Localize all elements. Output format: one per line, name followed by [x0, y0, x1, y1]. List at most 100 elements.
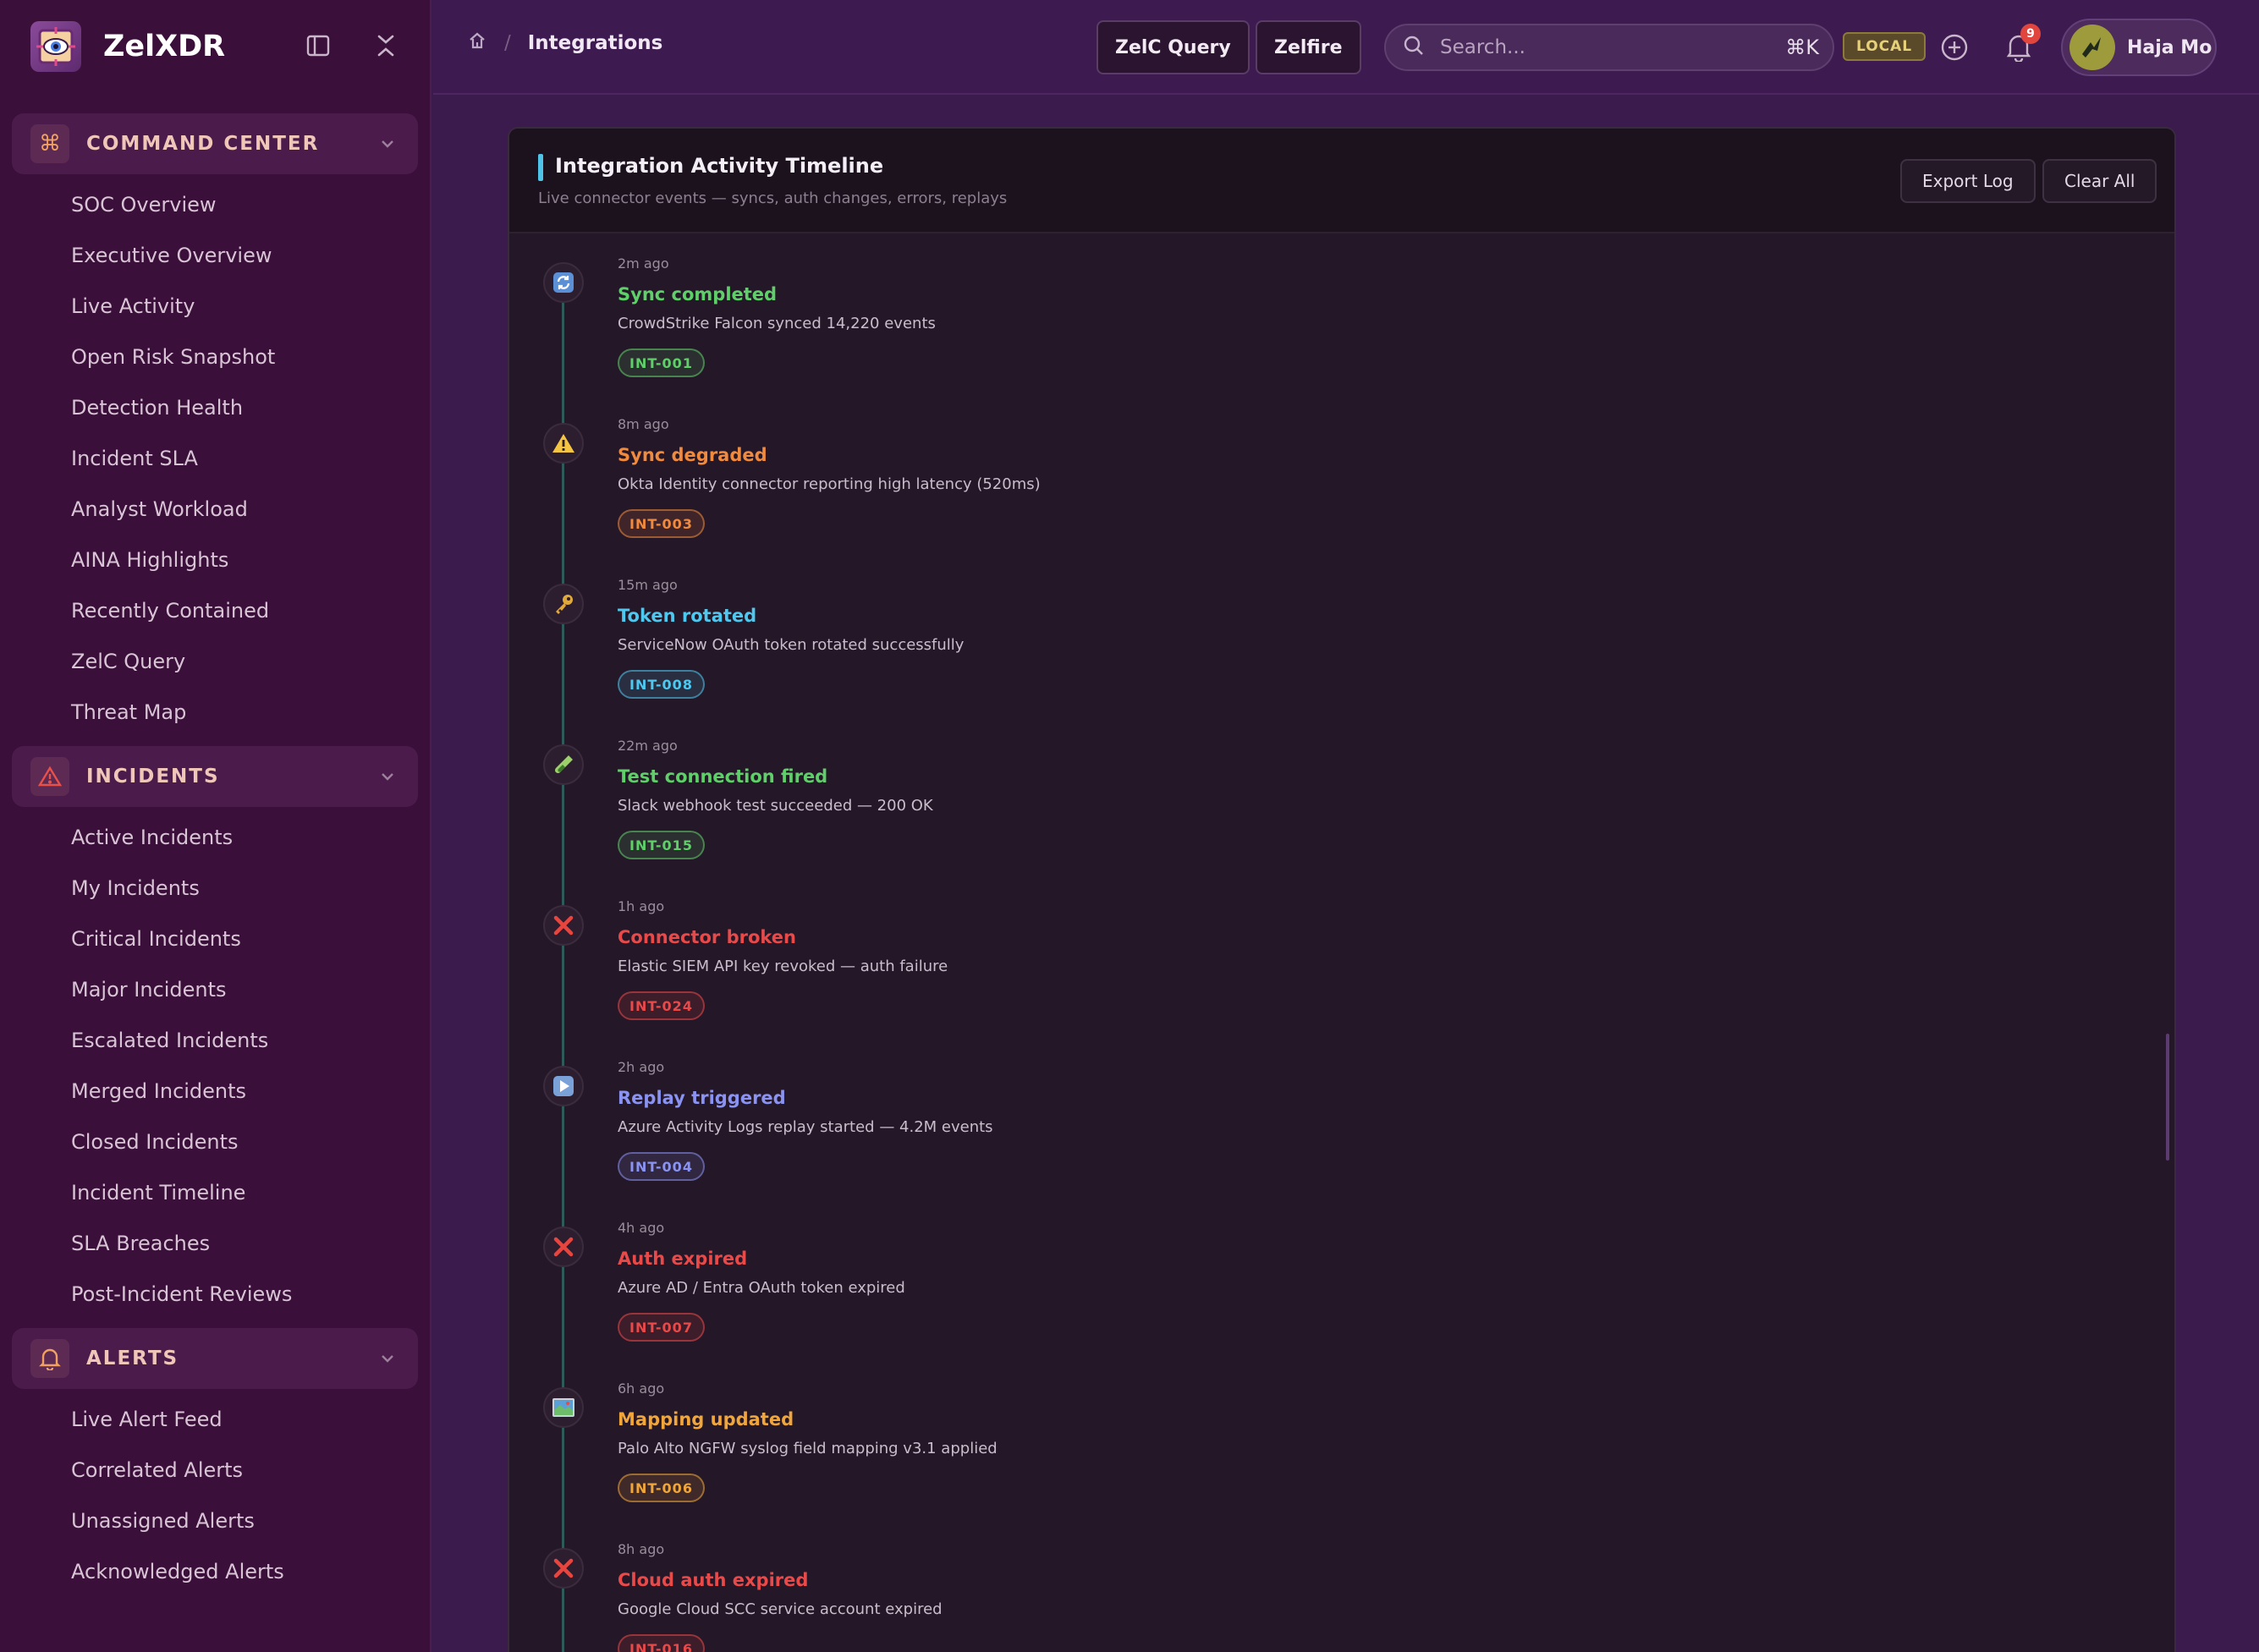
event-title: Mapping updated — [618, 1409, 794, 1430]
timeline-event[interactable]: 22m ago Test connection fired Slack webhoo… — [509, 736, 2174, 897]
search-shortcut: ⌘K — [1785, 36, 1819, 59]
section-incidents[interactable]: INCIDENTS — [12, 746, 418, 807]
integration-id-badge[interactable]: INT-016 — [618, 1634, 705, 1652]
event-title: Cloud auth expired — [618, 1570, 809, 1590]
nav-list-incidents: Active Incidents My Incidents Critical I… — [0, 812, 423, 1320]
user-menu[interactable]: Haja Mo — [2061, 19, 2217, 76]
nav-item-aina-highlights[interactable]: AINA Highlights — [0, 535, 423, 585]
integration-id-badge[interactable]: INT-001 — [618, 349, 705, 377]
integration-id-badge[interactable]: INT-006 — [618, 1474, 705, 1502]
panel-subtitle: Live connector events — syncs, auth chan… — [538, 189, 1008, 207]
nav-item-recently-contained[interactable]: Recently Contained — [0, 585, 423, 636]
section-label: INCIDENTS — [86, 766, 220, 788]
environment-badge: LOCAL — [1843, 32, 1926, 61]
nav-item-detection-health[interactable]: Detection Health — [0, 382, 423, 433]
chevron-down-icon — [379, 135, 396, 156]
timeline-event[interactable]: 1h ago Connector broken Elastic SIEM API k… — [509, 897, 2174, 1057]
nav-item-incident-sla[interactable]: Incident SLA — [0, 433, 423, 484]
nav-item-live-alert-feed[interactable]: Live Alert Feed — [0, 1394, 423, 1445]
error-x-icon — [543, 1548, 584, 1589]
breadcrumb-separator: / — [504, 32, 511, 54]
event-time: 2h ago — [618, 1059, 665, 1075]
section-command-center[interactable]: ⌘ COMMAND CENTER — [12, 113, 418, 174]
home-icon[interactable] — [467, 30, 487, 56]
nav-item-incident-timeline[interactable]: Incident Timeline — [0, 1167, 423, 1218]
error-x-icon — [543, 1227, 584, 1267]
event-time: 6h ago — [618, 1380, 665, 1397]
timeline-event[interactable]: 6h ago Mapping updated Palo Alto NGFW sysl… — [509, 1379, 2174, 1539]
zelc-query-button[interactable]: ZelC Query — [1097, 20, 1250, 74]
nav-item-active-incidents[interactable]: Active Incidents — [0, 812, 423, 863]
timeline-event[interactable]: 8m ago Sync degraded Okta Identity connect… — [509, 414, 2174, 575]
topbar: / Integrations ZelC Query Zelfire ⌘K LOC… — [433, 0, 2259, 95]
export-log-button[interactable]: Export Log — [1900, 159, 2036, 203]
panel-accent-bar — [538, 154, 543, 181]
nav-item-executive-overview[interactable]: Executive Overview — [0, 230, 423, 281]
search-bar: ⌘K — [1384, 24, 1834, 71]
notification-count-badge: 9 — [2020, 24, 2041, 44]
nav-item-my-incidents[interactable]: My Incidents — [0, 863, 423, 914]
brand-logo-icon[interactable] — [30, 21, 81, 72]
timeline-event[interactable]: 2h ago Replay triggered Azure Activity Log… — [509, 1057, 2174, 1218]
nav-item-escalated-incidents[interactable]: Escalated Incidents — [0, 1015, 423, 1066]
panel-header: Integration Activity Timeline Live conne… — [509, 129, 2174, 233]
chevron-down-icon — [379, 768, 396, 788]
clear-all-button[interactable]: Clear All — [2042, 159, 2157, 203]
integration-activity-panel: Integration Activity Timeline Live conne… — [508, 127, 2176, 1652]
nav-item-zelc-query[interactable]: ZelC Query — [0, 636, 423, 687]
event-description: Elastic SIEM API key revoked — auth fail… — [618, 958, 948, 975]
play-icon — [543, 1066, 584, 1106]
event-time: 8m ago — [618, 416, 669, 432]
section-label: ALERTS — [86, 1347, 179, 1369]
nav-item-unassigned-alerts[interactable]: Unassigned Alerts — [0, 1496, 423, 1546]
nav-item-live-activity[interactable]: Live Activity — [0, 281, 423, 332]
nav-item-analyst-workload[interactable]: Analyst Workload — [0, 484, 423, 535]
nav-item-soc-overview[interactable]: SOC Overview — [0, 179, 423, 230]
sidebar-toggle-icon[interactable] — [301, 29, 335, 63]
nav-item-critical-incidents[interactable]: Critical Incidents — [0, 914, 423, 964]
integration-id-badge[interactable]: INT-004 — [618, 1152, 705, 1181]
integration-id-badge[interactable]: INT-003 — [618, 509, 705, 538]
scrollbar-thumb[interactable] — [2166, 1034, 2169, 1161]
nav-list-alerts: Live Alert Feed Correlated Alerts Unassi… — [0, 1394, 423, 1597]
nav-item-merged-incidents[interactable]: Merged Incidents — [0, 1066, 423, 1117]
search-input[interactable] — [1440, 36, 1762, 58]
event-time: 22m ago — [618, 738, 678, 754]
nav-item-closed-incidents[interactable]: Closed Incidents — [0, 1117, 423, 1167]
nav-item-threat-map[interactable]: Threat Map — [0, 687, 423, 738]
chevron-down-icon — [379, 1350, 396, 1370]
nav-item-sla-breaches[interactable]: SLA Breaches — [0, 1218, 423, 1269]
search-icon — [1403, 35, 1425, 60]
nav-item-open-risk-snapshot[interactable]: Open Risk Snapshot — [0, 332, 423, 382]
timeline-event[interactable]: 8h ago Cloud auth expired Google Cloud SCC… — [509, 1539, 2174, 1652]
integration-id-badge[interactable]: INT-015 — [618, 831, 705, 859]
nav-item-post-incident-reviews[interactable]: Post-Incident Reviews — [0, 1269, 423, 1320]
event-description: Okta Identity connector reporting high l… — [618, 475, 1041, 493]
timeline-event[interactable]: 15m ago Token rotated ServiceNow OAuth tok… — [509, 575, 2174, 736]
event-time: 1h ago — [618, 898, 665, 914]
event-description: Azure Activity Logs replay started — 4.2… — [618, 1118, 993, 1136]
sidebar: ZelXDR ⌘ COMMAND CENTER SOC Overview Exe… — [0, 0, 431, 1652]
nav-item-major-incidents[interactable]: Major Incidents — [0, 964, 423, 1015]
sync-icon — [543, 262, 584, 303]
user-name: Haja Mo — [2127, 36, 2212, 58]
integration-id-badge[interactable]: INT-008 — [618, 670, 705, 699]
add-icon[interactable] — [1937, 30, 1971, 64]
section-alerts[interactable]: ALERTS — [12, 1328, 418, 1389]
event-time: 2m ago — [618, 255, 669, 272]
integration-id-badge[interactable]: INT-024 — [618, 991, 705, 1020]
nav-item-acknowledged-alerts[interactable]: Acknowledged Alerts — [0, 1546, 423, 1597]
zelfire-button[interactable]: Zelfire — [1256, 20, 1361, 74]
timeline-event[interactable]: 2m ago Sync completed CrowdStrike Falcon s… — [509, 254, 2174, 414]
notifications-bell-icon[interactable]: 9 — [2002, 24, 2041, 64]
key-icon — [543, 584, 584, 624]
event-description: CrowdStrike Falcon synced 14,220 events — [618, 315, 936, 332]
warning-triangle-icon — [30, 757, 69, 796]
event-time: 15m ago — [618, 577, 678, 593]
nav-item-correlated-alerts[interactable]: Correlated Alerts — [0, 1445, 423, 1496]
integration-id-badge[interactable]: INT-007 — [618, 1313, 705, 1342]
error-x-icon — [543, 905, 584, 946]
timeline-event[interactable]: 4h ago Auth expired Azure AD / Entra OAuth… — [509, 1218, 2174, 1379]
event-time: 4h ago — [618, 1220, 665, 1236]
collapse-all-icon[interactable] — [369, 29, 403, 63]
